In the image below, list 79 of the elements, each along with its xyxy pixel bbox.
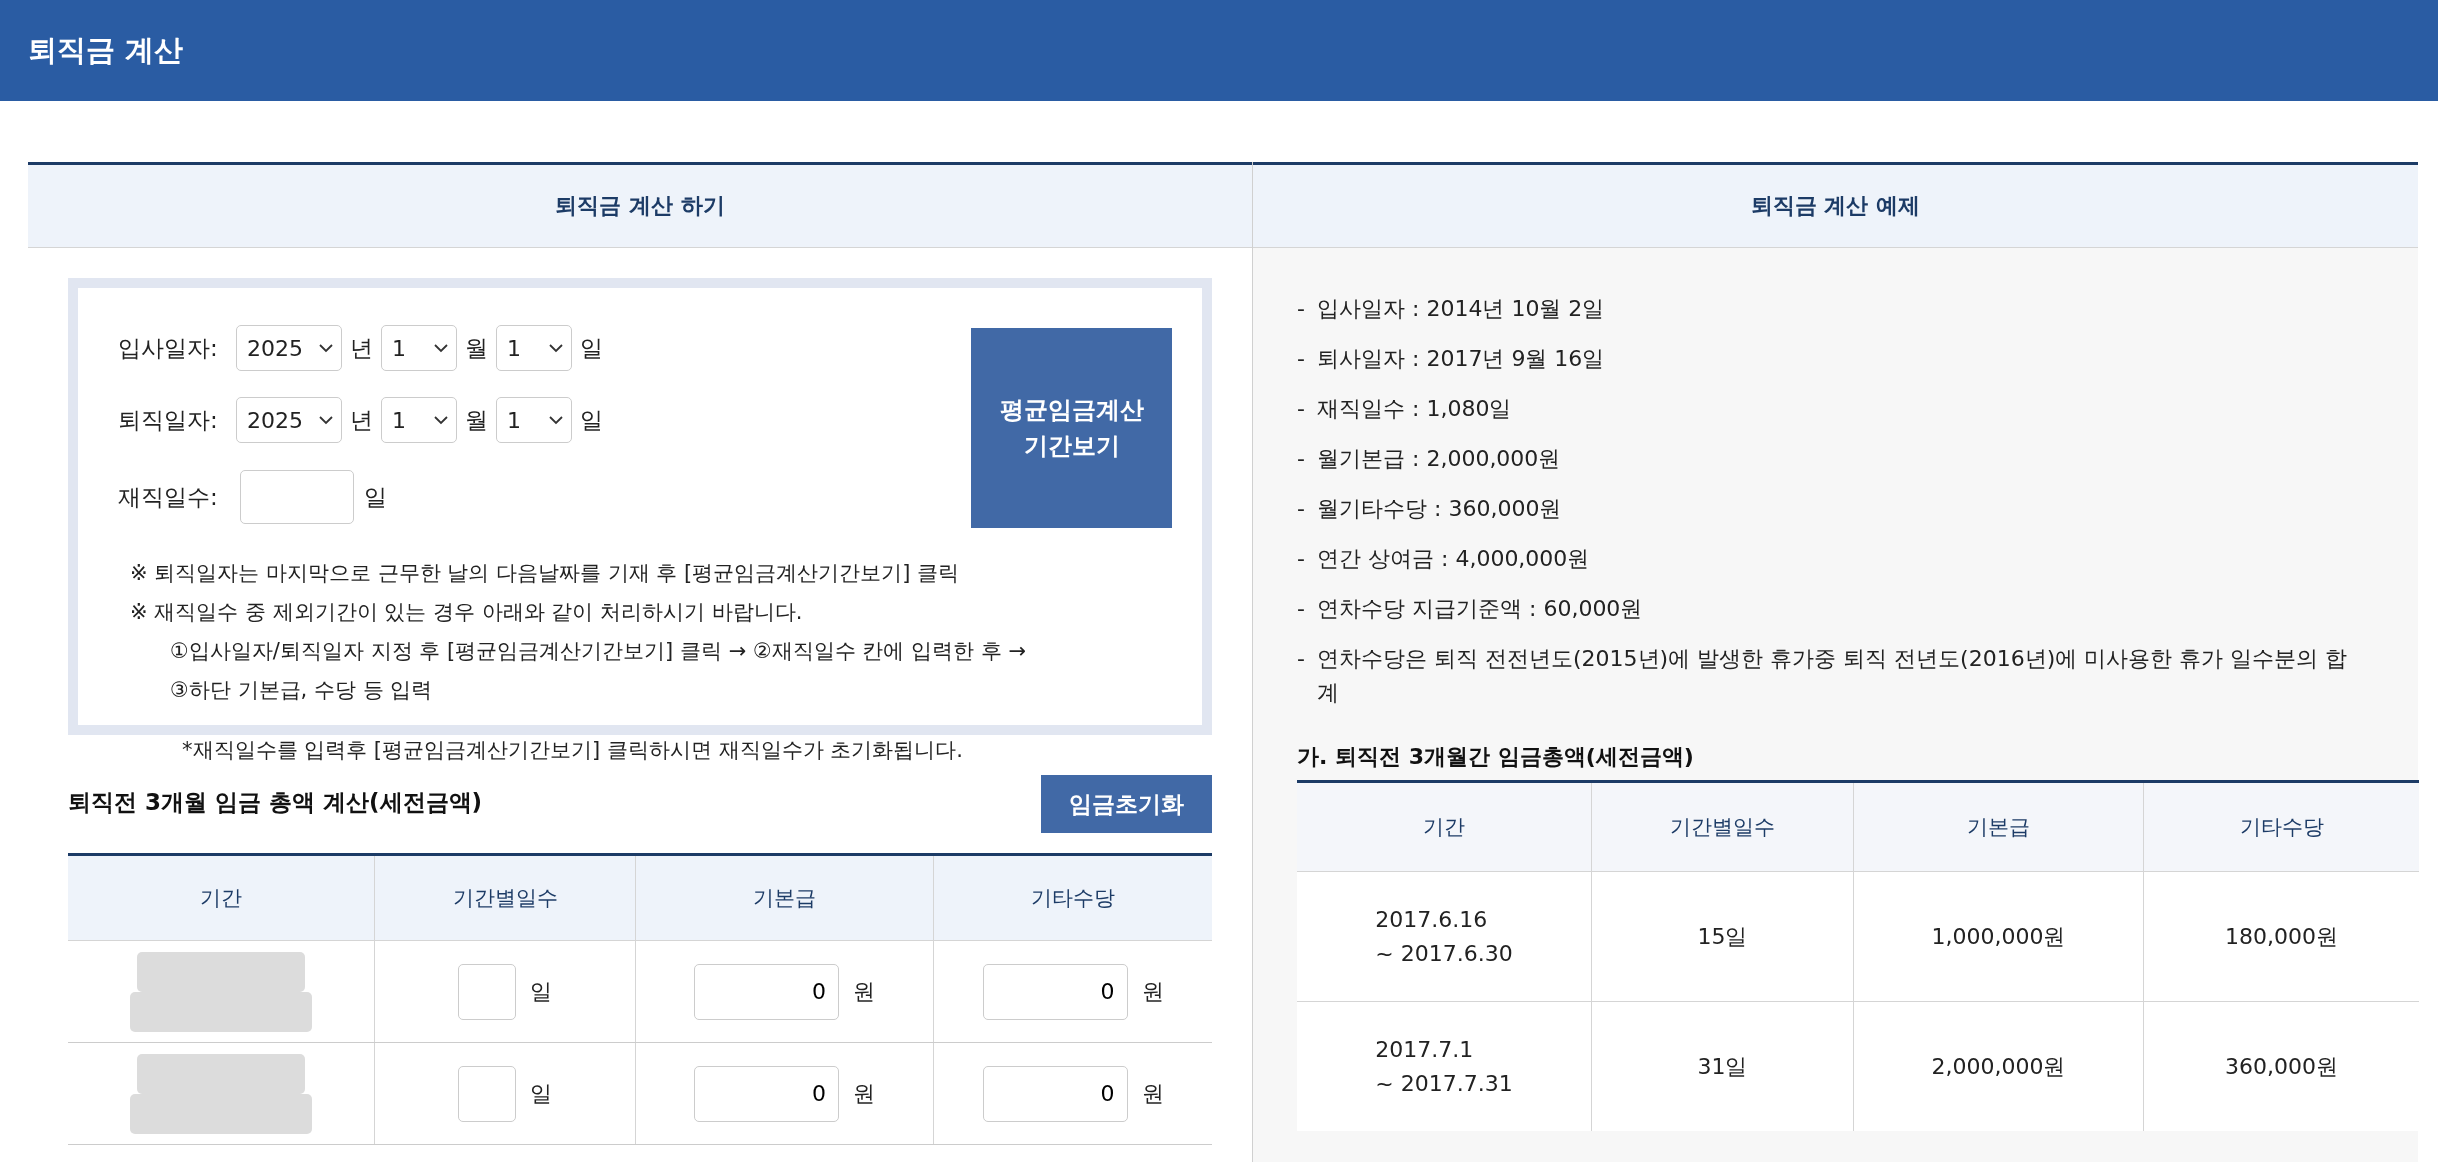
days-input[interactable] <box>458 1065 516 1122</box>
unit-label: 일 <box>530 1079 552 1108</box>
unit-label: 일 <box>580 405 603 435</box>
days-input[interactable] <box>458 963 516 1020</box>
day-select[interactable]: 1 <box>496 325 572 371</box>
list-bullet: - <box>1297 545 1306 573</box>
page-title: 퇴직금 계산 <box>28 31 184 69</box>
basic-pay-input[interactable]: 0 <box>694 963 839 1020</box>
section-title: 퇴직금 계산 예제 <box>1253 162 2418 248</box>
list-bullet: - <box>1297 295 1306 323</box>
column-header: 기간 <box>1297 781 1592 872</box>
reset-wage-button[interactable]: 임금초기화 <box>1041 775 1212 833</box>
column-header: 기본급 <box>635 854 934 941</box>
list-bullet: - <box>1297 345 1306 373</box>
chevron-down-icon <box>434 343 448 353</box>
wage-section-title: 퇴직전 3개월 임금 총액 계산(세전금액) <box>68 788 483 817</box>
note-text: ※ 퇴직일자는 마지막으로 근무한 날의 다음날짜를 기재 후 [평균임금계산기간보기] 클릭 <box>129 560 961 587</box>
column-header: 기간 <box>68 854 375 941</box>
days-cell: 31일 <box>1591 1001 1854 1131</box>
date-label: 입사일자: <box>118 333 219 363</box>
allowance-cell: 360,000원 <box>2143 1001 2419 1131</box>
example-item: 월기본급 : 2,000,000원 <box>1317 445 1561 473</box>
column-header: 기타수당 <box>2143 781 2419 872</box>
allowance-input[interactable]: 0 <box>982 963 1128 1020</box>
chevron-down-icon <box>549 343 563 353</box>
list-bullet: - <box>1297 645 1306 673</box>
list-bullet: - <box>1297 495 1306 523</box>
unit-label: 일 <box>530 977 552 1006</box>
days-label: 재직일수: <box>118 482 219 512</box>
list-bullet: - <box>1297 445 1306 473</box>
example-item: 연차수당 지급기준액 : 60,000원 <box>1317 595 1643 623</box>
month-select[interactable]: 1 <box>381 397 457 443</box>
view-period-button[interactable]: 평균임금계산 기간보기 <box>971 328 1172 528</box>
section-title: 퇴직금 계산 하기 <box>28 162 1252 248</box>
unit-label: 일 <box>580 333 603 363</box>
column-header: 기본급 <box>1853 781 2144 872</box>
allowance-cell: 180,000원 <box>2143 871 2419 1002</box>
column-header: 기간별일수 <box>374 854 636 941</box>
example-item: 연간 상여금 : 4,000,000원 <box>1317 545 1590 573</box>
unit-label: 원 <box>1141 977 1164 1006</box>
unit-label: 일 <box>364 482 387 512</box>
unit-label: 월 <box>465 405 488 435</box>
days-cell: 15일 <box>1591 871 1854 1002</box>
column-header: 기간별일수 <box>1591 781 1854 872</box>
year-select[interactable]: 2025 <box>236 397 342 443</box>
example-item: 입사일자 : 2014년 10월 2일 <box>1317 295 1605 323</box>
example-table-title: 가. 퇴직전 3개월간 임금총액(세전금액) <box>1297 743 1695 771</box>
basic-pay-cell: 2,000,000원 <box>1853 1001 2144 1131</box>
list-bullet: - <box>1297 595 1306 623</box>
basic-pay-cell: 1,000,000원 <box>1853 871 2144 1002</box>
unit-label: 원 <box>853 977 875 1006</box>
chevron-down-icon <box>319 415 333 425</box>
period-cell-text: 2017.6.16 ~ 2017.6.30 <box>1375 905 1513 968</box>
column-header: 기타수당 <box>933 854 1212 941</box>
example-item: 재직일수 : 1,080일 <box>1317 395 1512 423</box>
list-bullet: - <box>1297 395 1306 423</box>
date-label: 퇴직일자: <box>118 405 219 435</box>
chevron-down-icon <box>434 415 448 425</box>
basic-pay-input[interactable]: 0 <box>694 1065 839 1122</box>
year-select[interactable]: 2025 <box>236 325 342 371</box>
unit-label: 월 <box>465 333 488 363</box>
note-text: ③하단 기본급, 수당 등 입력 <box>169 677 434 704</box>
allowance-input[interactable]: 0 <box>982 1065 1128 1122</box>
chevron-down-icon <box>319 343 333 353</box>
period-cell-text: 2017.7.1 ~ 2017.7.31 <box>1375 1035 1513 1098</box>
month-select[interactable]: 1 <box>381 325 457 371</box>
days-worked-input[interactable] <box>240 470 354 524</box>
unit-label: 년 <box>350 405 373 435</box>
note-text: ①입사일자/퇴직일자 지정 후 [평균임금계산기간보기] 클릭 → ②재직일수 칸에 입력한 후 → <box>169 638 1028 665</box>
example-item: 월기타수당 : 360,000원 <box>1317 495 1562 523</box>
unit-label: 원 <box>853 1079 875 1108</box>
day-select[interactable]: 1 <box>496 397 572 443</box>
unit-label: 년 <box>350 333 373 363</box>
footnote-text: *재직일수를 입력후 [평균임금계산기간보기] 클릭하시면 재직일수가 초기화됩니다. <box>181 737 964 764</box>
note-text: ※ 재직일수 중 제외기간이 있는 경우 아래와 같이 처리하시기 바랍니다. <box>129 599 804 626</box>
example-item: 연차수당은 퇴직 전전년도(2015년)에 발생한 휴가중 퇴직 전년도(2016년)에 미사용한 휴가 일수분의 합계 <box>1317 645 2349 707</box>
chevron-down-icon <box>549 415 563 425</box>
example-item: 퇴사일자 : 2017년 9월 16일 <box>1317 345 1605 373</box>
unit-label: 원 <box>1141 1079 1164 1108</box>
